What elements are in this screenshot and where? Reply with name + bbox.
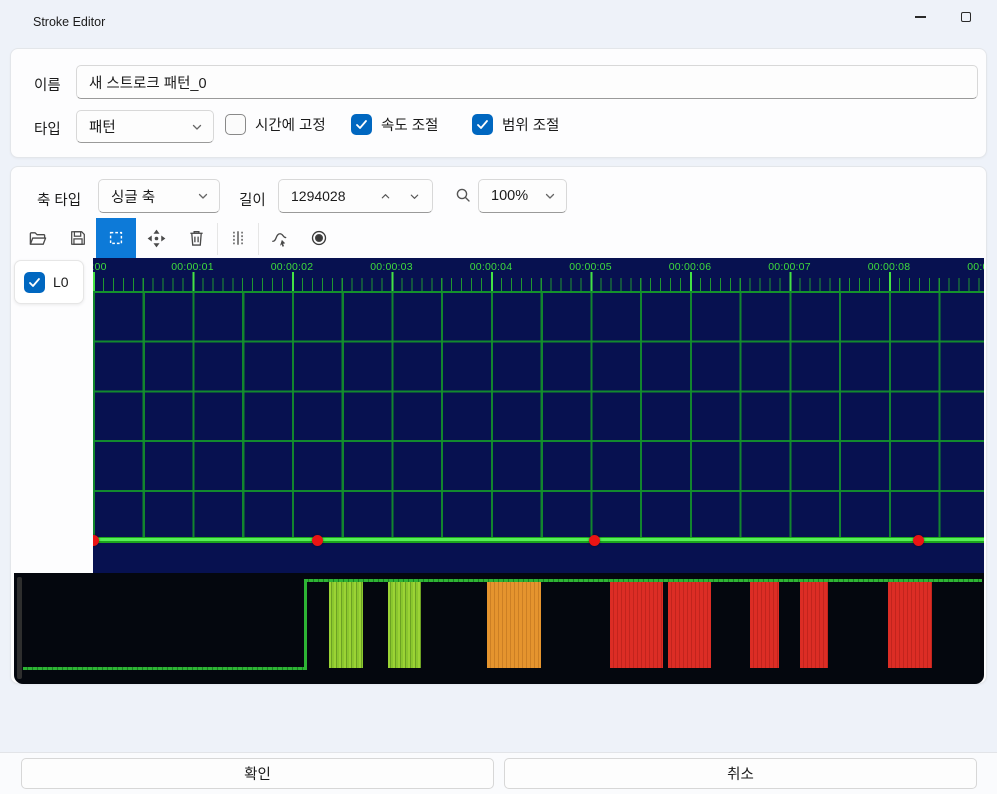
axis-type-select[interactable]: 싱글 축 (98, 179, 220, 213)
save-button[interactable] (58, 218, 98, 258)
keyframe-dot[interactable] (589, 535, 600, 546)
chevron-up-icon (380, 191, 391, 202)
form-panel: 이름 타입 패턴 시간에 고정 속도 조절 범위 조절 (10, 48, 987, 158)
move-button[interactable] (136, 218, 176, 258)
chevron-down-icon (409, 191, 420, 202)
curve-drag-icon (270, 229, 289, 248)
minimize-button[interactable] (898, 2, 942, 32)
keyframe-dot[interactable] (312, 535, 323, 546)
select-rect-button[interactable] (96, 218, 136, 258)
fix-time-label: 시간에 고정 (255, 114, 326, 135)
timeline-editor-canvas[interactable]: 00:0000:00:0100:00:0200:00:0300:00:0400:… (93, 258, 984, 573)
overview-line-segment (304, 579, 307, 670)
overview-band-red (888, 582, 932, 668)
maximize-icon (961, 12, 971, 22)
record-button[interactable] (299, 218, 339, 258)
ruler-major-ticks (93, 272, 984, 291)
keyframe-dot[interactable] (913, 535, 924, 546)
delete-button[interactable] (176, 218, 216, 258)
overview-band-red (800, 582, 828, 668)
checkbox-icon (225, 114, 246, 135)
overview-band-orange (487, 582, 541, 668)
stroke-value-line (93, 537, 984, 543)
range-adjust-checkbox[interactable]: 범위 조절 (472, 114, 559, 135)
trash-icon (188, 229, 205, 247)
type-select[interactable]: 패턴 (76, 110, 214, 143)
ok-button[interactable]: 확인 (21, 758, 494, 789)
overview-band-red (610, 582, 663, 668)
overview-band-red (668, 582, 711, 668)
curve-drag-button[interactable] (259, 218, 299, 258)
overview-band-yellowgreen (388, 582, 421, 668)
chevron-down-icon (197, 190, 209, 202)
select-rect-icon (107, 229, 125, 247)
axis-type-label: 축 타입 (37, 189, 81, 210)
type-select-value: 패턴 (89, 116, 116, 137)
overview-band-red (750, 582, 779, 668)
speed-adjust-checkbox[interactable]: 속도 조절 (351, 114, 438, 135)
overview-scroll-handle[interactable] (17, 577, 22, 679)
checkbox-icon (351, 114, 372, 135)
snap-button[interactable] (218, 218, 258, 258)
zoom-select[interactable]: 100% (478, 179, 567, 213)
length-value[interactable]: 1294028 (291, 188, 346, 204)
save-icon (69, 229, 87, 247)
checkbox-icon (472, 114, 493, 135)
length-label: 길이 (239, 189, 266, 210)
cancel-button[interactable]: 취소 (504, 758, 977, 789)
length-decrement-button[interactable] (403, 185, 425, 207)
waveform-overview[interactable] (14, 573, 984, 684)
window-title: Stroke Editor (33, 15, 105, 29)
zoom-value: 100% (491, 188, 528, 204)
record-icon (310, 229, 328, 247)
timeline-grid (93, 291, 984, 539)
axis-type-value: 싱글 축 (111, 186, 155, 207)
fix-time-checkbox[interactable]: 시간에 고정 (225, 114, 326, 135)
overview-line-segment (23, 667, 304, 670)
move-icon (147, 229, 166, 248)
layer-checkbox-icon[interactable] (24, 272, 45, 293)
open-file-button[interactable] (17, 218, 57, 258)
name-input[interactable] (76, 65, 978, 99)
open-file-icon (28, 229, 47, 248)
keyframe-dot[interactable] (93, 535, 99, 546)
minimize-icon (915, 16, 926, 17)
range-adjust-label: 범위 조절 (502, 114, 559, 135)
name-label: 이름 (34, 74, 61, 95)
type-label: 타입 (34, 118, 61, 139)
snap-icon (229, 229, 247, 247)
length-increment-button[interactable] (374, 185, 396, 207)
chevron-down-icon (191, 121, 203, 133)
zoom-search-icon (455, 187, 472, 204)
maximize-button[interactable] (944, 2, 988, 32)
layer-label: L0 (53, 274, 69, 290)
layer-row-L0[interactable]: L0 (14, 260, 84, 304)
chevron-down-icon (544, 190, 556, 202)
overview-line-segment (304, 579, 982, 582)
overview-band-yellowgreen (329, 582, 363, 668)
speed-adjust-label: 속도 조절 (381, 114, 438, 135)
